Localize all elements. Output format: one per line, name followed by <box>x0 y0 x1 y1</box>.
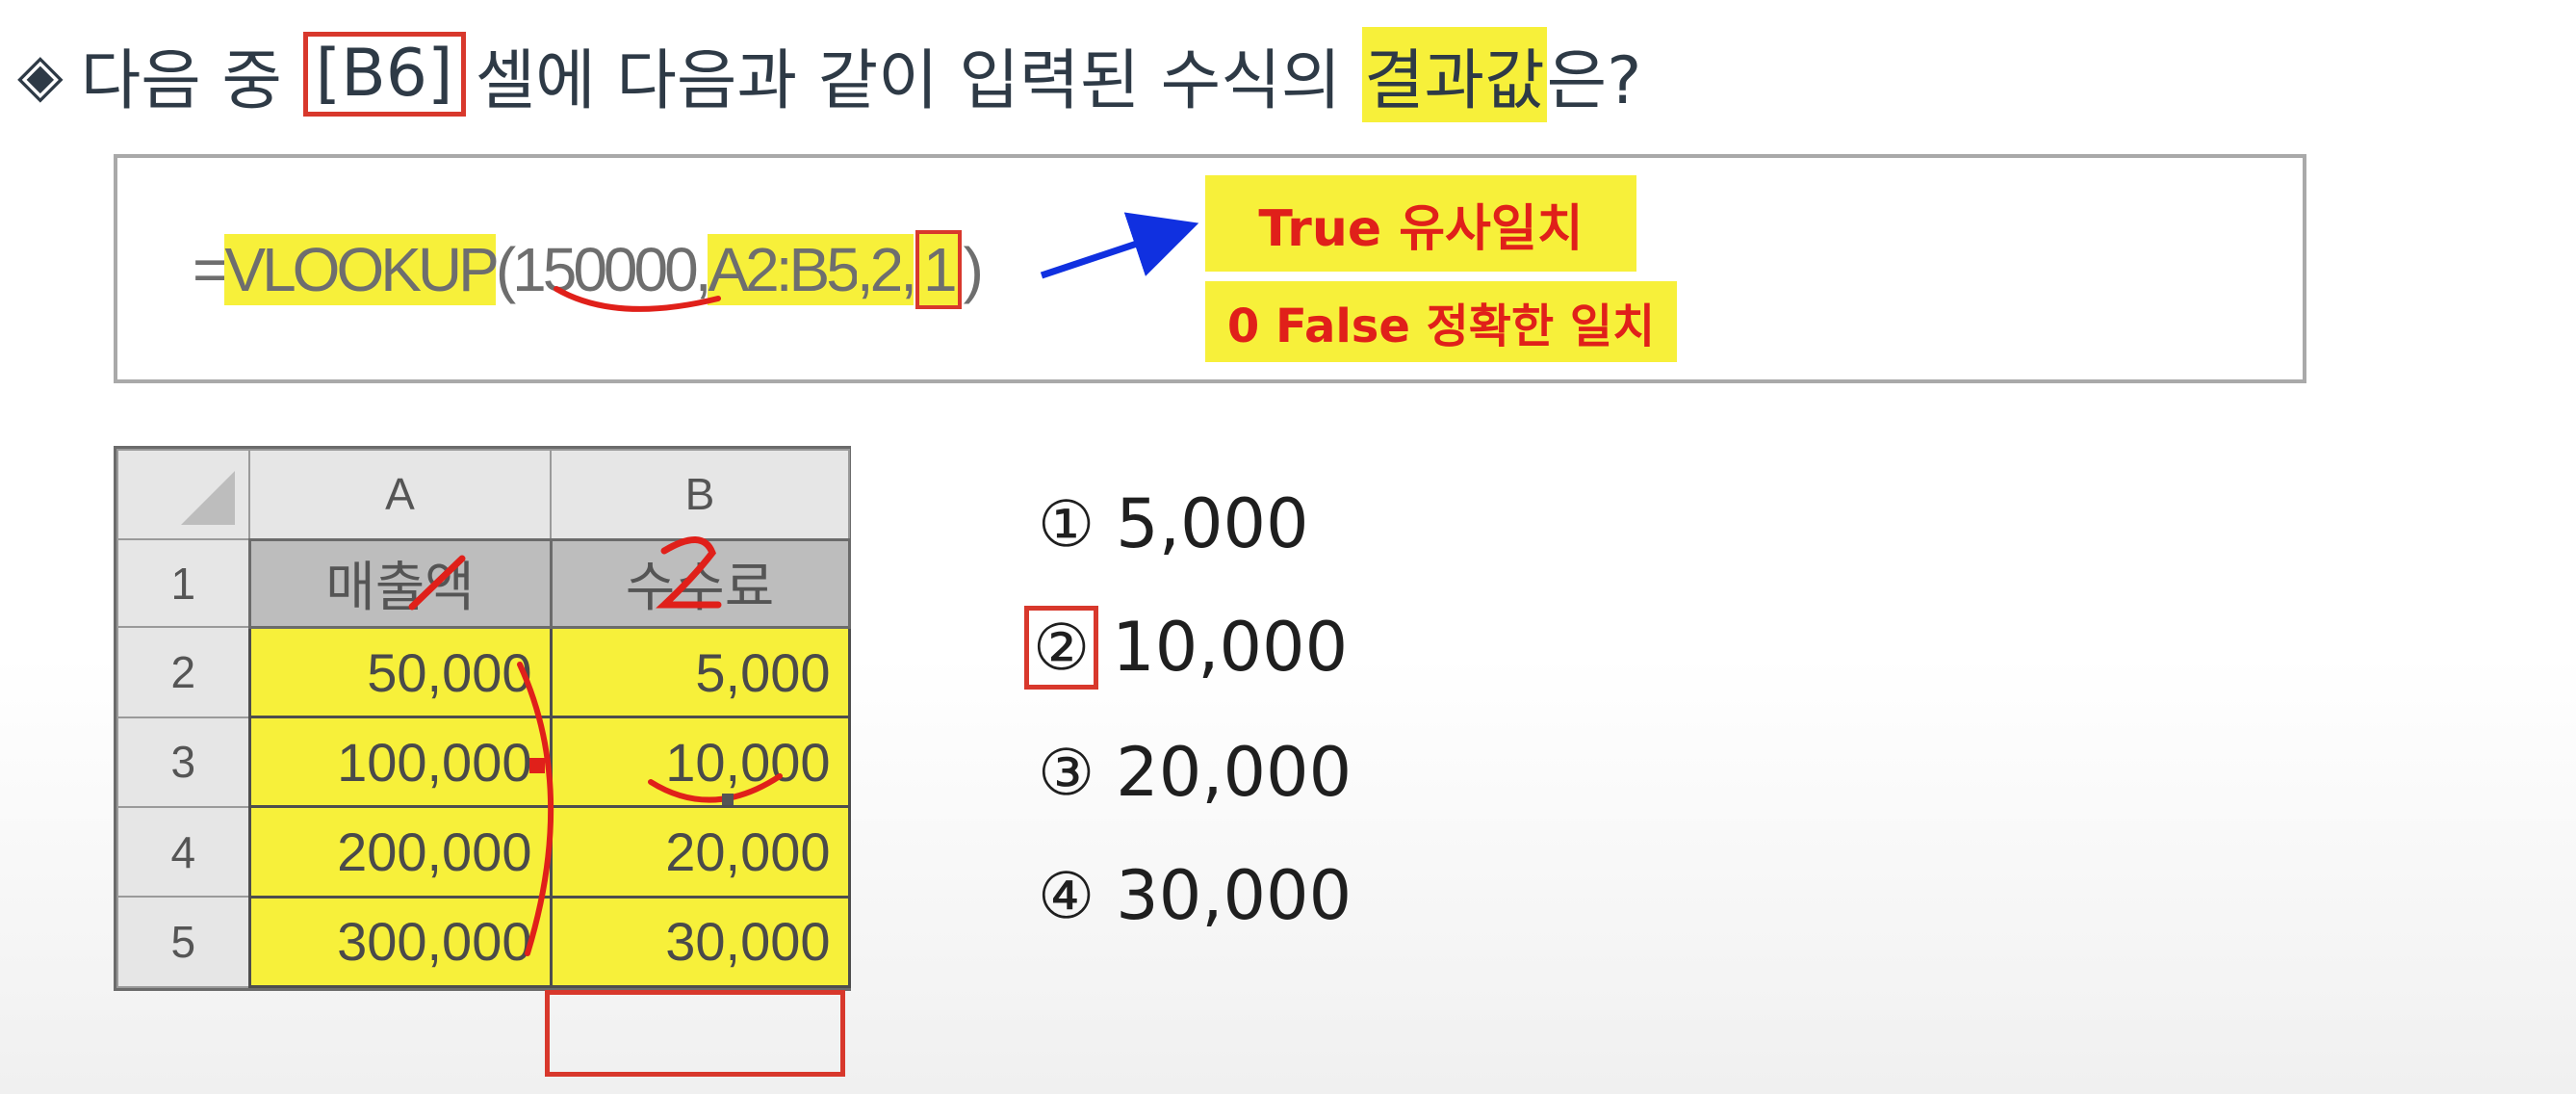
formula-eq: = <box>193 235 228 304</box>
table-row: 4 200,000 20,000 <box>116 805 851 899</box>
cell-b4[interactable]: 20,000 <box>549 805 851 899</box>
formula-match-type: 1 <box>914 230 962 309</box>
question-highlight: 결과값 <box>1361 26 1547 122</box>
cell-a1[interactable]: 매출액 <box>247 537 553 629</box>
formula-comma: , <box>900 234 917 305</box>
question-title: ◈ 다음 중 [B6] 셀에 다음과 같이 입력된 수식의 결과값 은? <box>17 21 1641 127</box>
row-header[interactable]: 4 <box>116 805 250 899</box>
answer-cell-b6-marker <box>545 990 845 1077</box>
formula-arg-lookup: 150000 <box>512 235 699 304</box>
column-header-a[interactable]: A <box>248 448 552 541</box>
cell-b5[interactable]: 30,000 <box>549 895 851 989</box>
formula-open: ( <box>495 235 516 304</box>
choice-value: 20,000 <box>1116 733 1352 812</box>
note-false-exact: 0 False 정확한 일치 <box>1205 281 1677 362</box>
choice-value: 10,000 <box>1112 608 1349 687</box>
choice-value: 5,000 <box>1116 484 1309 563</box>
cell-a5[interactable]: 300,000 <box>247 895 553 989</box>
cell-b2[interactable]: 5,000 <box>549 625 851 719</box>
cell-b1[interactable]: 수수료 <box>549 537 851 629</box>
table-row: 3 100,000 10,000 <box>116 716 851 809</box>
choice-4[interactable]: ④ 30,000 <box>1038 856 1352 935</box>
choice-2[interactable]: ② 10,000 <box>1024 605 1349 690</box>
formula-range: A2:B5 <box>708 234 861 305</box>
cell-a4[interactable]: 200,000 <box>247 805 553 899</box>
choice-value: 30,000 <box>1116 856 1352 935</box>
choice-number: ② <box>1024 605 1099 690</box>
spreadsheet: A B 1 매출액 수수료 2 50,000 5,000 3 100,000 1… <box>114 446 851 991</box>
question-text-part1: 다음 중 <box>80 42 282 119</box>
formula-col-index: 2 <box>869 234 904 305</box>
table-row: 2 50,000 5,000 <box>116 625 851 719</box>
formula-close: ) <box>963 235 984 304</box>
formula-comma: , <box>694 235 712 304</box>
formula: = VLOOKUP ( 150000 , A2:B5 , 2 , 1 ) <box>193 230 984 309</box>
cell-a3[interactable]: 100,000 <box>247 716 553 809</box>
question-text-part3: 은? <box>1546 42 1642 119</box>
formula-comma: , <box>856 234 874 305</box>
select-all-corner[interactable] <box>116 448 250 541</box>
formula-func: VLOOKUP <box>224 234 500 305</box>
spreadsheet-grid: A B 1 매출액 수수료 2 50,000 5,000 3 100,000 1… <box>116 448 851 989</box>
row-header[interactable]: 5 <box>116 896 250 988</box>
choice-3[interactable]: ③ 20,000 <box>1038 733 1352 812</box>
table-row: 1 매출액 수수료 <box>116 537 851 629</box>
select-all-triangle-icon <box>181 471 235 526</box>
choice-number: ③ <box>1038 735 1095 810</box>
diamond-bullet-icon: ◈ <box>17 39 64 110</box>
column-header-b[interactable]: B <box>550 448 850 541</box>
cell-b3[interactable]: 10,000 <box>549 716 851 809</box>
choice-number: ④ <box>1038 858 1095 933</box>
cell-a2[interactable]: 50,000 <box>247 625 553 719</box>
question-cell-ref: [B6] <box>302 31 466 117</box>
row-header[interactable]: 2 <box>116 626 250 718</box>
row-header[interactable]: 3 <box>116 716 250 808</box>
table-row: 5 300,000 30,000 <box>116 895 851 989</box>
column-header-row: A B <box>116 448 850 541</box>
question-text-part2: 셀에 다음과 같이 입력된 수식의 <box>475 42 1342 119</box>
choice-1[interactable]: ① 5,000 <box>1038 484 1309 563</box>
note-true-approx: True 유사일치 <box>1205 175 1636 272</box>
choice-number: ① <box>1038 486 1095 561</box>
row-header[interactable]: 1 <box>116 538 250 629</box>
